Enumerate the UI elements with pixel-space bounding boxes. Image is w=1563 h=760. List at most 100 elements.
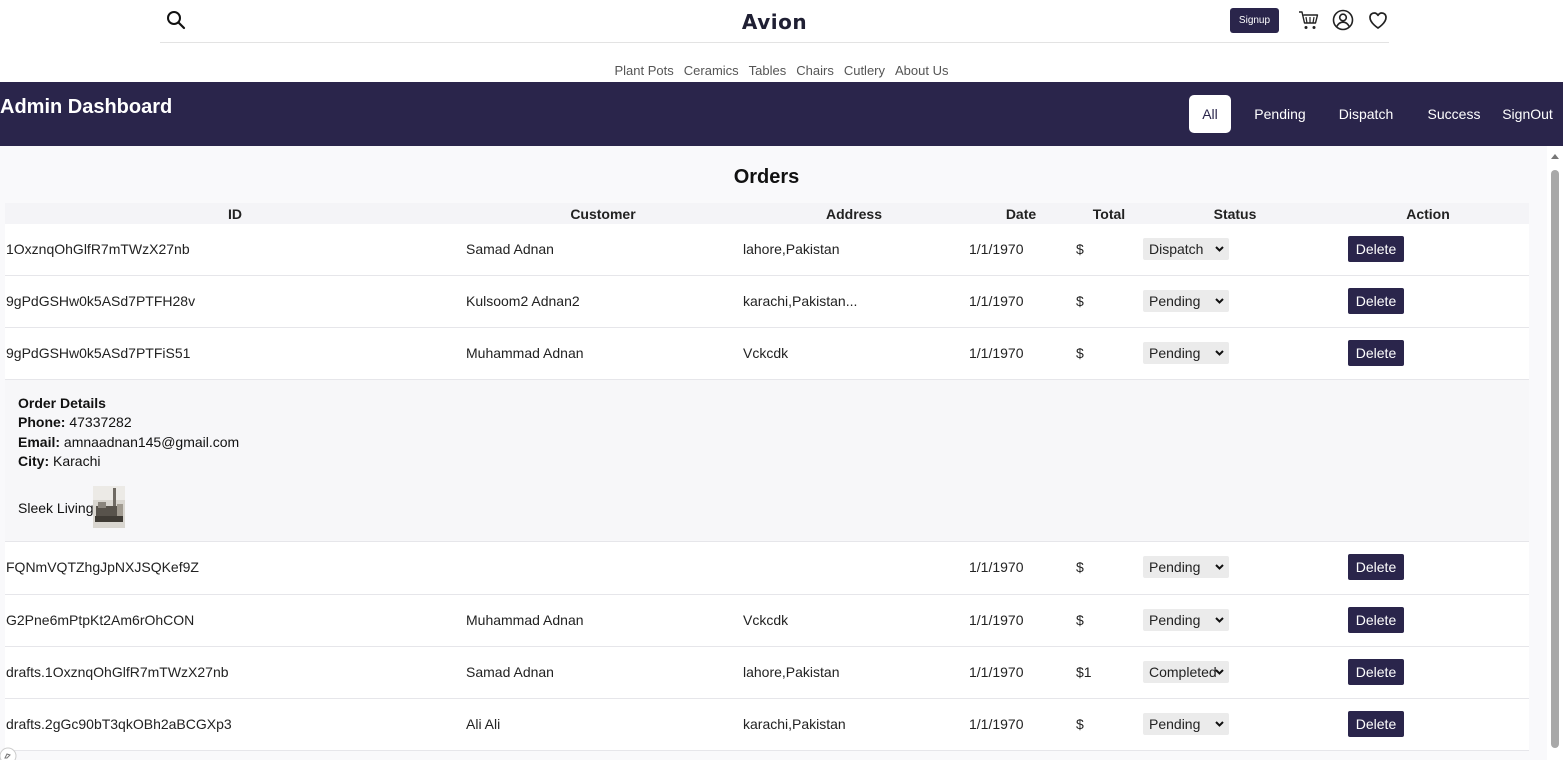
order-customer: Samad Adnan — [466, 241, 554, 257]
delete-button[interactable]: Delete — [1348, 607, 1404, 633]
table-row[interactable]: 9gPdGSHw0k5ASd7PTFiS51 Muhammad Adnan Vc… — [5, 328, 1529, 380]
order-customer: Kulsoom2 Adnan2 — [466, 293, 580, 309]
edit-pin-icon[interactable] — [0, 744, 18, 760]
order-id: 1OxznqOhGlfR7mTWzX27nb — [6, 241, 190, 257]
filter-dispatch-button[interactable]: Dispatch — [1331, 95, 1401, 133]
admin-title: Admin Dashboard — [0, 96, 173, 118]
status-select[interactable]: Dispatch — [1143, 238, 1229, 260]
order-customer: Samad Adnan — [466, 664, 554, 680]
filter-pending-button[interactable]: Pending — [1245, 95, 1315, 133]
filter-all-button[interactable]: All — [1189, 95, 1231, 133]
status-select[interactable]: Pending — [1143, 290, 1229, 312]
scroll-thumb[interactable] — [1551, 170, 1559, 748]
category-nav: Plant Pots Ceramics Tables Chairs Cutlery Abo… — [0, 63, 1563, 78]
email-value: amnaadnan145@gmail.com — [63, 434, 240, 450]
phone-label: Phone: — [18, 414, 66, 430]
delete-button[interactable]: Delete — [1348, 659, 1404, 685]
phone-value: 47337282 — [69, 414, 132, 430]
order-email: Email: amnaadnan145@gmail.com — [18, 434, 239, 450]
order-id: 9gPdGSHw0k5ASd7PTFiS51 — [6, 345, 191, 361]
delete-button[interactable]: Delete — [1348, 711, 1404, 737]
heart-icon[interactable] — [1367, 9, 1389, 31]
table-header: ID Customer Address Date Total Status Ac… — [5, 203, 1529, 224]
top-header: Avion Signup — [160, 0, 1389, 43]
city-value: Karachi — [53, 453, 101, 469]
user-icon[interactable] — [1332, 9, 1354, 31]
order-total: $ — [1076, 716, 1084, 732]
chevron-down-icon — [1215, 298, 1224, 304]
order-address: Vckcdk — [743, 612, 789, 628]
order-id: G2Pne6mPtpKt2Am6rOhCON — [6, 612, 195, 628]
order-customer: Muhammad Adnan — [466, 612, 584, 628]
table-row[interactable]: 1OxznqOhGlfR7mTWzX27nb Samad Adnan lahor… — [5, 224, 1529, 276]
orders-panel: Orders ID Customer Address Date Total St… — [0, 146, 1547, 760]
table-row[interactable]: 9gPdGSHw0k5ASd7PTFH28v Kulsoom2 Adnan2 k… — [5, 276, 1529, 328]
col-customer: Customer — [570, 206, 636, 222]
delete-button[interactable]: Delete — [1348, 340, 1404, 366]
col-total: Total — [1092, 206, 1126, 222]
col-action: Action — [1406, 206, 1450, 222]
scroll-up-arrow-icon[interactable] — [1551, 154, 1559, 159]
chevron-down-icon — [1215, 350, 1224, 356]
signout-button[interactable]: SignOut — [1500, 95, 1555, 133]
status-value: Pending — [1149, 293, 1201, 309]
chevron-down-icon — [1215, 669, 1224, 675]
col-address: Address — [825, 206, 883, 222]
chevron-down-icon — [1215, 246, 1224, 252]
nav-about-us[interactable]: About Us — [895, 63, 948, 78]
signup-button[interactable]: Signup — [1230, 8, 1279, 33]
orders-table: ID Customer Address Date Total Status Ac… — [5, 203, 1529, 751]
orders-title: Orders — [733, 166, 800, 188]
status-value: Pending — [1149, 559, 1201, 575]
status-select[interactable]: Pending — [1143, 556, 1229, 578]
table-row[interactable]: FQNmVQTZhgJpNXJSQKef9Z 1/1/1970 $ Pendin… — [5, 542, 1529, 595]
delete-button[interactable]: Delete — [1348, 236, 1404, 262]
table-row[interactable]: drafts.1OxznqOhGlfR7mTWzX27nb Samad Adna… — [5, 647, 1529, 699]
order-date: 1/1/1970 — [969, 559, 1024, 575]
status-value: Pending — [1149, 345, 1201, 361]
status-select[interactable]: Pending — [1143, 713, 1229, 735]
order-details-title: Order Details — [18, 395, 106, 411]
order-address: karachi,Pakistan... — [743, 293, 858, 309]
admin-header: Admin Dashboard All Pending Dispatch Suc… — [0, 82, 1563, 146]
order-date: 1/1/1970 — [969, 664, 1024, 680]
nav-plant-pots[interactable]: Plant Pots — [615, 63, 674, 78]
order-address: Vckcdk — [743, 345, 789, 361]
nav-tables[interactable]: Tables — [749, 63, 787, 78]
cart-icon[interactable] — [1298, 9, 1320, 31]
table-row[interactable]: drafts.2gGc90bT3qkOBh2aBCGXp3 Ali Ali ka… — [5, 699, 1529, 751]
order-date: 1/1/1970 — [969, 241, 1024, 257]
order-id: FQNmVQTZhgJpNXJSQKef9Z — [6, 559, 199, 575]
order-id: 9gPdGSHw0k5ASd7PTFH28v — [6, 293, 196, 309]
order-date: 1/1/1970 — [969, 345, 1024, 361]
status-select[interactable]: Pending — [1143, 342, 1229, 364]
brand-logo[interactable]: Avion — [160, 10, 1389, 34]
nav-cutlery[interactable]: Cutlery — [844, 63, 885, 78]
order-total: $ — [1076, 241, 1084, 257]
status-value: Completed — [1149, 664, 1217, 680]
table-row[interactable]: G2Pne6mPtpKt2Am6rOhCON Muhammad Adnan Vc… — [5, 595, 1529, 647]
order-details-panel: Order Details Phone: 47337282 Email: amn… — [5, 380, 1529, 542]
order-phone: Phone: 47337282 — [18, 414, 132, 430]
nav-ceramics[interactable]: Ceramics — [684, 63, 739, 78]
order-address: lahore,Pakistan — [743, 664, 840, 680]
order-address: karachi,Pakistan — [743, 716, 846, 732]
status-value: Dispatch — [1149, 241, 1204, 257]
vertical-scrollbar[interactable] — [1547, 146, 1563, 760]
order-id: drafts.2gGc90bT3qkOBh2aBCGXp3 — [6, 716, 232, 732]
delete-button[interactable]: Delete — [1348, 288, 1404, 314]
filter-success-button[interactable]: Success — [1419, 95, 1489, 133]
chevron-down-icon — [1215, 617, 1224, 623]
status-select[interactable]: Pending — [1143, 609, 1229, 631]
order-total: $ — [1076, 559, 1084, 575]
email-label: Email: — [18, 434, 61, 450]
order-date: 1/1/1970 — [969, 612, 1024, 628]
status-select[interactable]: Completed — [1143, 661, 1229, 683]
status-value: Pending — [1149, 612, 1201, 628]
order-customer: Muhammad Adnan — [466, 345, 584, 361]
col-date: Date — [1005, 206, 1037, 222]
delete-button[interactable]: Delete — [1348, 554, 1404, 580]
order-total: $1 — [1076, 664, 1092, 680]
product-image — [93, 486, 125, 528]
nav-chairs[interactable]: Chairs — [796, 63, 834, 78]
